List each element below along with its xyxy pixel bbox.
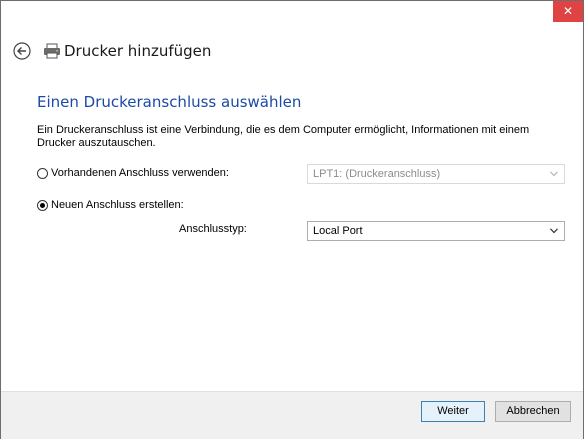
section-title: Einen Druckeranschluss auswählen	[37, 93, 302, 111]
wizard-content: Einen Druckeranschluss auswählen Ein Dru…	[1, 71, 583, 391]
existing-port-option[interactable]: Vorhandenen Anschluss verwenden:	[37, 165, 229, 181]
wizard-footer: Weiter Abbrechen	[1, 391, 583, 439]
chevron-down-icon	[550, 171, 558, 177]
add-printer-dialog: ✕ Drucker hinzufügen Einen Druckeranschl…	[0, 0, 584, 439]
existing-port-radio[interactable]	[37, 167, 48, 179]
wizard-title: Drucker hinzufügen	[64, 42, 212, 60]
new-port-option[interactable]: Neuen Anschluss erstellen:	[37, 197, 184, 213]
title-bar: ✕	[1, 1, 583, 31]
new-port-radio[interactable]	[37, 199, 48, 211]
printer-icon	[44, 43, 60, 59]
existing-port-value: LPT1: (Druckeranschluss)	[313, 168, 441, 180]
port-type-label: Anschlusstyp:	[179, 223, 247, 235]
close-button[interactable]: ✕	[553, 1, 583, 22]
next-button[interactable]: Weiter	[421, 401, 485, 422]
port-type-select[interactable]: Local Port	[307, 221, 565, 241]
back-arrow-icon[interactable]	[13, 42, 31, 60]
chevron-down-icon	[550, 228, 558, 234]
close-icon: ✕	[562, 4, 574, 18]
existing-port-select: LPT1: (Druckeranschluss)	[307, 164, 565, 184]
new-port-label: Neuen Anschluss erstellen:	[51, 199, 184, 211]
wizard-header: Drucker hinzufügen	[1, 31, 583, 71]
port-type-value: Local Port	[313, 225, 363, 237]
cancel-button[interactable]: Abbrechen	[495, 401, 571, 422]
intro-text: Ein Druckeranschluss ist eine Verbindung…	[37, 124, 530, 149]
existing-port-label: Vorhandenen Anschluss verwenden:	[51, 167, 229, 179]
